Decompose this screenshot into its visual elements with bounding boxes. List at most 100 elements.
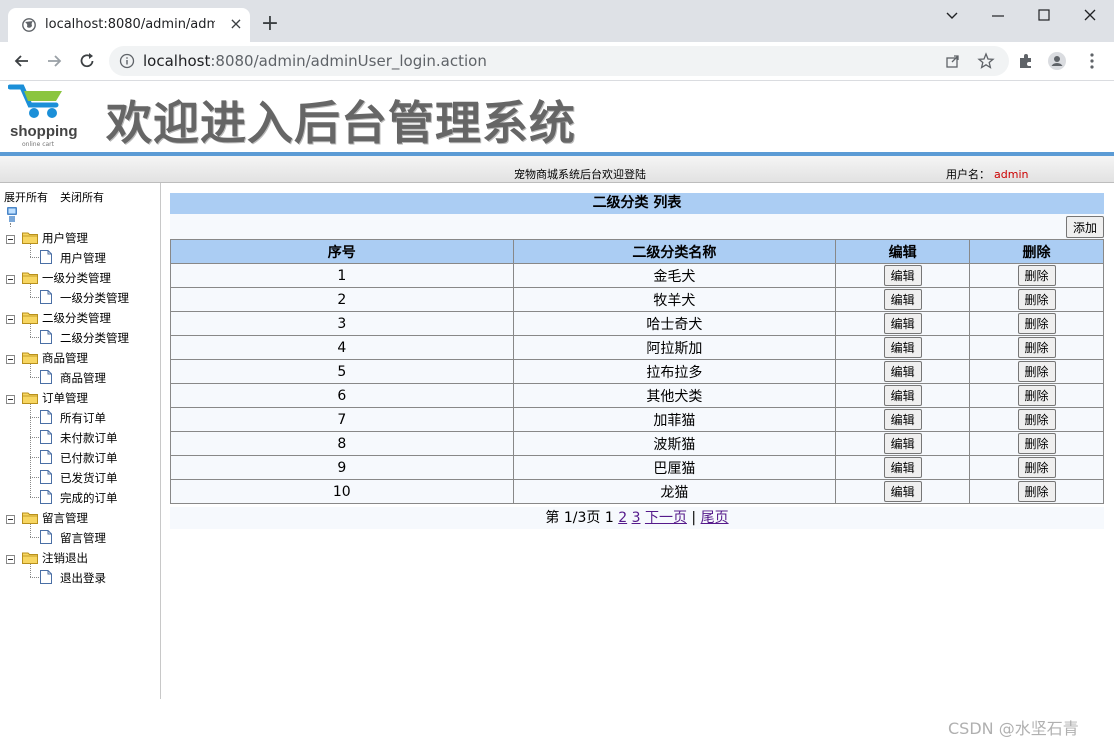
list-title: 二级分类 列表 xyxy=(170,193,1104,214)
table-row: 1 金毛犬 编辑 删除 xyxy=(170,263,1104,288)
table-row: 9 巴厘猫 编辑 删除 xyxy=(170,455,1104,480)
browser-tab[interactable]: localhost:8080/admin/adminU × xyxy=(8,8,250,42)
cell-edit: 编辑 xyxy=(835,335,971,360)
cell-index: 4 xyxy=(170,335,514,360)
share-icon[interactable] xyxy=(945,53,961,69)
edit-button[interactable]: 编辑 xyxy=(883,265,922,286)
delete-button[interactable]: 删除 xyxy=(1017,409,1056,430)
page-2-link[interactable]: 2 xyxy=(618,510,627,526)
sidebar-item-5-4[interactable]: 已发货订单 xyxy=(0,467,158,487)
cell-delete: 删除 xyxy=(969,455,1104,480)
document-icon xyxy=(40,430,52,444)
sidebar-item-2-1[interactable]: 一级分类管理 xyxy=(0,287,158,307)
sidebar-group-6[interactable]: 留言管理 xyxy=(0,507,158,527)
expand-all-link[interactable]: 展开所有 xyxy=(4,191,48,204)
info-icon[interactable] xyxy=(119,53,135,69)
sidebar-item-5-5[interactable]: 完成的订单 xyxy=(0,487,158,507)
sidebar-item-5-2[interactable]: 未付款订单 xyxy=(0,427,158,447)
page-3-link[interactable]: 3 xyxy=(632,510,641,526)
edit-button[interactable]: 编辑 xyxy=(883,385,922,406)
close-window-icon[interactable] xyxy=(1078,6,1102,26)
document-icon xyxy=(40,370,52,384)
collapse-all-link[interactable]: 关闭所有 xyxy=(60,191,104,204)
delete-button[interactable]: 删除 xyxy=(1017,289,1056,310)
collapse-toggle-icon[interactable] xyxy=(6,553,15,564)
cell-edit: 编辑 xyxy=(835,383,971,408)
edit-button[interactable]: 编辑 xyxy=(883,433,922,454)
edit-button[interactable]: 编辑 xyxy=(883,337,922,358)
edit-button[interactable]: 编辑 xyxy=(883,289,922,310)
back-arrow-icon[interactable] xyxy=(12,51,32,71)
cell-index: 2 xyxy=(170,287,514,312)
document-icon xyxy=(40,330,52,344)
sidebar-group-1[interactable]: 用户管理 xyxy=(0,227,158,247)
tree-connector xyxy=(30,564,31,577)
tree-connector xyxy=(30,284,31,297)
edit-button[interactable]: 编辑 xyxy=(883,457,922,478)
sidebar-group-label: 二级分类管理 xyxy=(42,311,111,325)
collapse-toggle-icon[interactable] xyxy=(6,233,15,244)
cell-edit: 编辑 xyxy=(835,263,971,288)
add-button[interactable]: 添加 xyxy=(1065,216,1104,238)
collapse-toggle-icon[interactable] xyxy=(6,313,15,324)
last-page-link[interactable]: 尾页 xyxy=(701,510,729,526)
sidebar-item-5-1[interactable]: 所有订单 xyxy=(0,407,158,427)
sidebar-group-7[interactable]: 注销退出 xyxy=(0,547,158,567)
delete-button[interactable]: 删除 xyxy=(1017,385,1056,406)
sidebar-item-4-1[interactable]: 商品管理 xyxy=(0,367,158,387)
forward-arrow-icon[interactable] xyxy=(44,51,64,71)
maximize-icon[interactable] xyxy=(1032,6,1056,26)
tree-connector xyxy=(30,497,39,498)
new-tab-icon[interactable]: + xyxy=(260,13,280,35)
edit-button[interactable]: 编辑 xyxy=(883,313,922,334)
sidebar-group-3[interactable]: 二级分类管理 xyxy=(0,307,158,327)
kebab-menu-icon[interactable] xyxy=(1082,51,1102,71)
profile-avatar-icon[interactable] xyxy=(1047,51,1067,71)
delete-button[interactable]: 删除 xyxy=(1017,361,1056,382)
bookmark-star-icon[interactable] xyxy=(977,52,995,70)
collapse-toggle-icon[interactable] xyxy=(6,513,15,524)
cell-delete: 删除 xyxy=(969,335,1104,360)
column-header-name: 二级分类名称 xyxy=(512,239,837,264)
collapse-toggle-icon[interactable] xyxy=(6,273,15,284)
tree-connector xyxy=(30,324,31,337)
table-row: 8 波斯猫 编辑 删除 xyxy=(170,431,1104,456)
cell-delete: 删除 xyxy=(969,311,1104,336)
sidebar-item-3-1[interactable]: 二级分类管理 xyxy=(0,327,158,347)
tab-title: localhost:8080/admin/adminU xyxy=(45,17,215,32)
delete-button[interactable]: 删除 xyxy=(1017,457,1056,478)
edit-button[interactable]: 编辑 xyxy=(883,361,922,382)
tree-connector xyxy=(30,577,39,578)
tab-search-chevron-icon[interactable] xyxy=(940,6,964,26)
sidebar-group-5[interactable]: 订单管理 xyxy=(0,387,158,407)
sidebar-item-6-1[interactable]: 留言管理 xyxy=(0,527,158,547)
sidebar-item-label: 退出登录 xyxy=(60,571,106,585)
address-bar[interactable]: localhost:8080/admin/adminUser_login.act… xyxy=(109,46,1009,76)
collapse-toggle-icon[interactable] xyxy=(6,353,15,364)
delete-button[interactable]: 删除 xyxy=(1017,337,1056,358)
minimize-icon[interactable] xyxy=(986,6,1010,26)
delete-button[interactable]: 删除 xyxy=(1017,265,1056,286)
delete-button[interactable]: 删除 xyxy=(1017,313,1056,334)
browser-toolbar: localhost:8080/admin/adminUser_login.act… xyxy=(0,42,1114,81)
sidebar-item-1-1[interactable]: 用户管理 xyxy=(0,247,158,267)
sidebar-item-label: 已发货订单 xyxy=(60,471,118,485)
delete-button[interactable]: 删除 xyxy=(1017,481,1056,502)
edit-button[interactable]: 编辑 xyxy=(883,481,922,502)
sidebar-group-4[interactable]: 商品管理 xyxy=(0,347,158,367)
collapse-toggle-icon[interactable] xyxy=(6,393,15,404)
next-page-link[interactable]: 下一页 xyxy=(645,510,687,526)
document-icon xyxy=(40,570,52,584)
reload-icon[interactable] xyxy=(77,51,97,71)
sidebar-group-2[interactable]: 一级分类管理 xyxy=(0,267,158,287)
edit-button[interactable]: 编辑 xyxy=(883,409,922,430)
delete-button[interactable]: 删除 xyxy=(1017,433,1056,454)
tab-close-icon[interactable]: × xyxy=(228,16,244,32)
tree-connector xyxy=(30,377,39,378)
tree-root-connector xyxy=(10,223,11,227)
sidebar-item-5-3[interactable]: 已付款订单 xyxy=(0,447,158,467)
sidebar-item-label: 所有订单 xyxy=(60,411,106,425)
extensions-puzzle-icon[interactable] xyxy=(1016,51,1036,71)
sidebar-item-label: 完成的订单 xyxy=(60,491,118,505)
sidebar-item-7-1[interactable]: 退出登录 xyxy=(0,567,158,587)
